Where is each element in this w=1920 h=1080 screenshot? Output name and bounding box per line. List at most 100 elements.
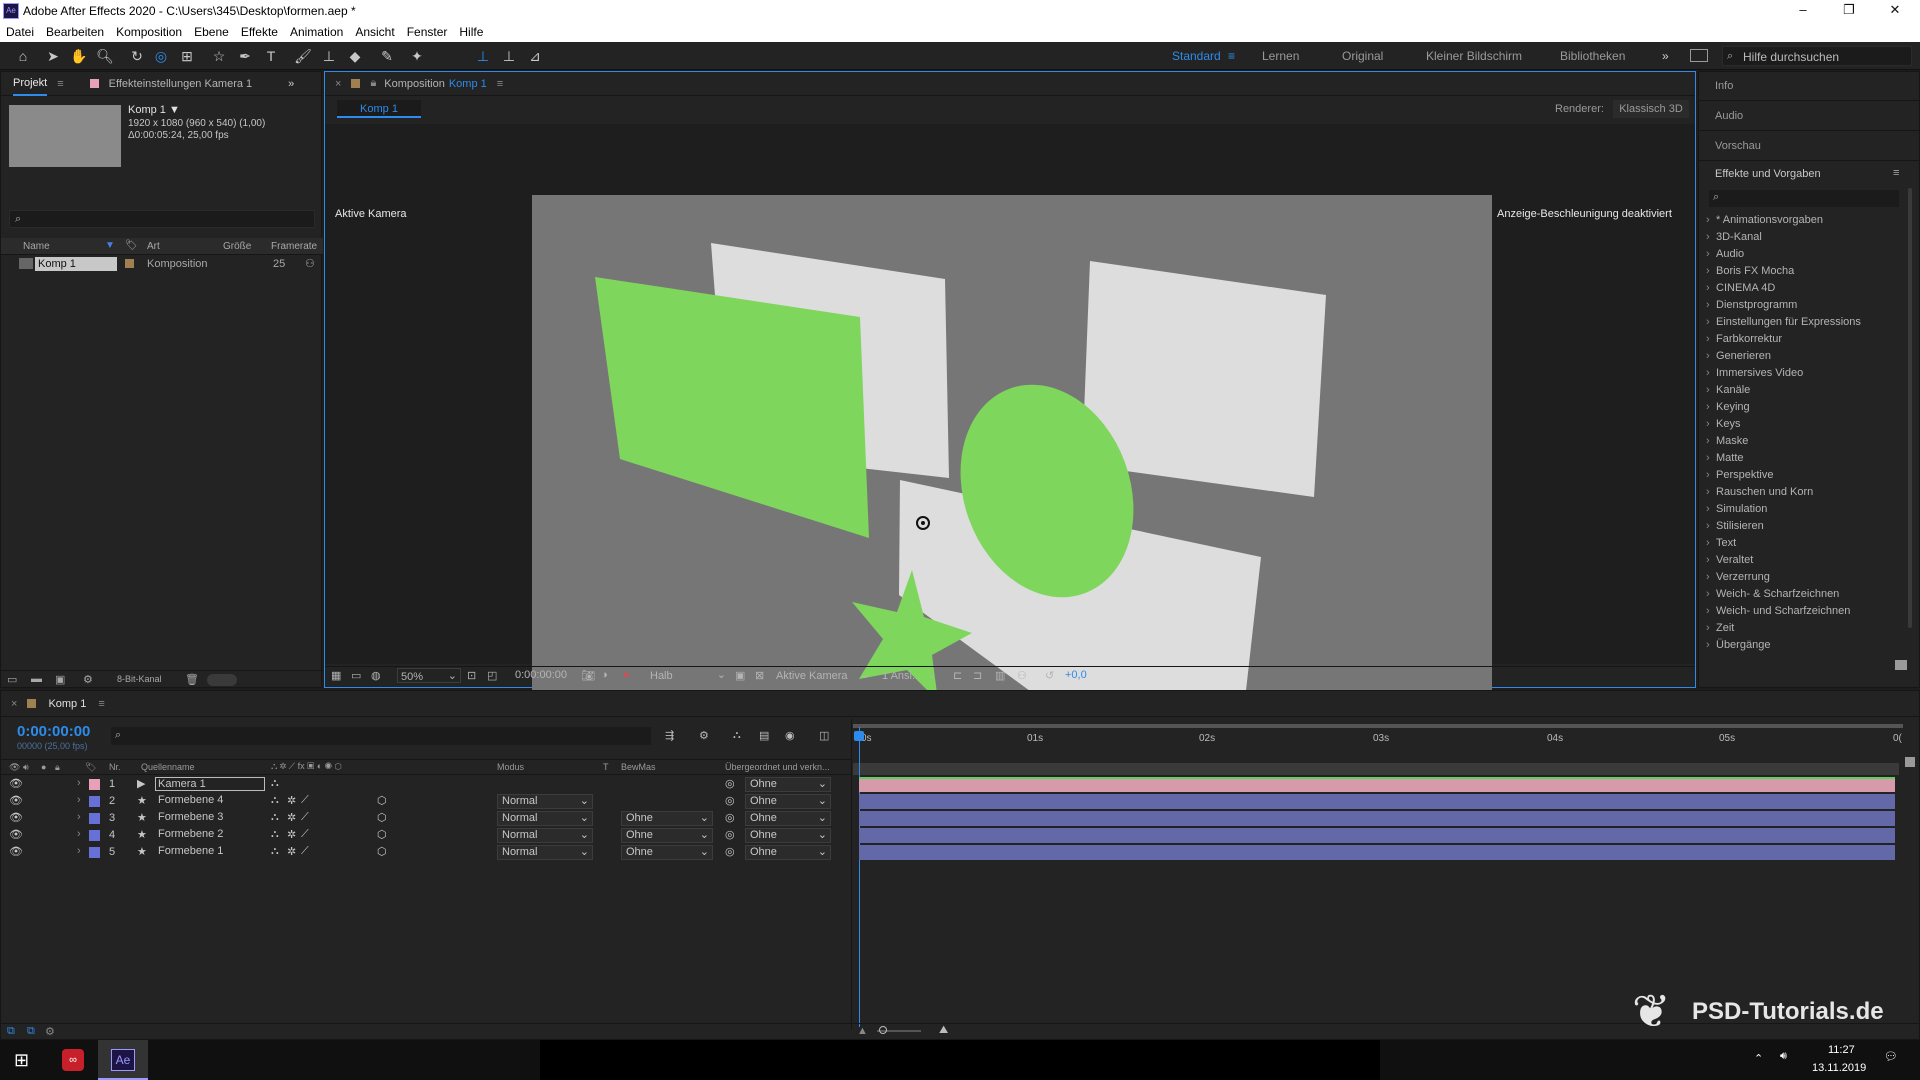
quality-switch-icon[interactable]: ⟋ xyxy=(301,828,309,841)
flowchart-icon[interactable]: ⚇ xyxy=(305,257,315,270)
comp-button-icon[interactable] xyxy=(1905,757,1915,767)
project-search-input[interactable]: ⌕ xyxy=(9,210,315,228)
chevron-up-icon[interactable]: ⌃ xyxy=(1754,1052,1763,1065)
workspace-standard[interactable]: Standard xyxy=(1172,49,1221,63)
project-settings-icon[interactable]: ⚙ xyxy=(83,673,93,686)
layer-label-color[interactable] xyxy=(89,779,100,790)
menu-bearbeiten[interactable]: Bearbeiten xyxy=(40,25,110,39)
vr-icon[interactable]: ◍ xyxy=(371,669,381,682)
view-axis-icon[interactable]: ⊿ xyxy=(524,46,546,66)
chevron-right-icon[interactable]: › xyxy=(77,828,81,840)
hand-tool-icon[interactable]: ✋ xyxy=(68,46,90,66)
3d-layer-icon[interactable]: ⬡ xyxy=(377,811,387,824)
notification-icon[interactable]: 💬︎ xyxy=(1884,1050,1898,1063)
collapse-switch-icon[interactable]: ✲ xyxy=(287,811,296,824)
layer-duration-bar[interactable] xyxy=(859,828,1895,843)
layer-duration-bar[interactable] xyxy=(859,794,1895,809)
panel-expand-icon[interactable]: » xyxy=(288,78,294,90)
effects-category-item[interactable]: › Text xyxy=(1706,537,1906,554)
info-panel-tab[interactable]: Info xyxy=(1715,80,1733,92)
track-matte-dropdown[interactable]: Ohne ⌄ xyxy=(621,845,713,860)
toggle-layer-switches-icon[interactable]: ⧉ xyxy=(7,1025,15,1038)
shy-layers-icon[interactable]: ⛬ xyxy=(733,729,741,742)
shy-switch-icon[interactable]: ⛬ xyxy=(271,845,279,858)
resolution-dropdown[interactable]: Halb ⌄ xyxy=(647,668,729,683)
orbit-camera-tool-icon[interactable]: ◎ xyxy=(150,46,172,66)
view-options-icon[interactable]: ⊏ xyxy=(953,669,962,682)
collapse-switch-icon[interactable]: ✲ xyxy=(287,845,296,858)
bit-depth-button[interactable]: 8-Bit-Kanal xyxy=(117,674,162,684)
chevron-right-icon[interactable]: › xyxy=(77,777,81,789)
timeline-link-icon[interactable]: ▥ xyxy=(995,669,1005,682)
menu-animation[interactable]: Animation xyxy=(284,25,349,39)
layer-name[interactable]: Formebene 1 xyxy=(155,845,223,857)
quality-switch-icon[interactable]: ⟋ xyxy=(301,794,309,807)
creative-cloud-icon[interactable]: ∞ xyxy=(62,1049,84,1071)
layer-duration-bar[interactable] xyxy=(859,811,1895,826)
track-matte-dropdown[interactable]: Ohne ⌄ xyxy=(621,828,713,843)
layer-duration-bar[interactable] xyxy=(859,845,1895,860)
ae-taskbar-button[interactable]: Ae xyxy=(98,1040,148,1080)
layer-label-color[interactable] xyxy=(89,847,100,858)
blend-mode-dropdown[interactable]: Normal ⌄ xyxy=(497,845,593,860)
layer-row[interactable]: 👁︎ › 3 ★ Formebene 3 ⛬ ✲ ⟋ ⬡ Normal ⌄ Ohne ⌄ ◎ Ohne ⌄ xyxy=(1,810,851,827)
preview-panel-tab[interactable]: Vorschau xyxy=(1715,140,1761,152)
zoom-tool-icon[interactable]: 🔍︎ xyxy=(94,46,116,66)
collapse-switch-icon[interactable]: ✲ xyxy=(287,828,296,841)
rotate-tool-icon[interactable]: ↻ xyxy=(126,46,148,66)
effects-search-input[interactable]: ⌕ xyxy=(1709,190,1899,207)
effects-category-item[interactable]: › Übergänge xyxy=(1706,639,1906,656)
menu-hilfe[interactable]: Hilfe xyxy=(453,25,489,39)
workspace-lernen[interactable]: Lernen xyxy=(1262,49,1299,63)
layer-duration-bar[interactable] xyxy=(859,777,1895,792)
new-folder-icon[interactable]: ▬ xyxy=(31,673,42,685)
menu-datei[interactable]: Datei xyxy=(0,25,40,39)
flowchart-icon[interactable]: ⚇ xyxy=(1017,669,1027,682)
new-composition-icon[interactable]: ▣ xyxy=(55,673,65,686)
close-tab-icon[interactable]: × xyxy=(335,78,341,90)
effects-scrollbar[interactable] xyxy=(1908,188,1912,628)
tab-menu-icon[interactable]: ≡ xyxy=(497,78,503,90)
timeline-tab-komp1[interactable]: Komp 1 xyxy=(48,698,86,710)
panel-menu-icon[interactable]: ≡ xyxy=(1893,167,1899,179)
layer-label-color[interactable] xyxy=(89,830,100,841)
effects-category-item[interactable]: › Keys xyxy=(1706,418,1906,435)
pick-whip-icon[interactable]: ◎ xyxy=(725,811,735,824)
workspace-original[interactable]: Original xyxy=(1342,49,1383,63)
blend-mode-dropdown[interactable]: Normal ⌄ xyxy=(497,811,593,826)
effects-category-item[interactable]: › Perspektive xyxy=(1706,469,1906,486)
effects-category-item[interactable]: › * Animationsvorgaben xyxy=(1706,214,1906,231)
timeline-search-input[interactable]: ⌕ xyxy=(111,727,651,745)
tab-menu-icon[interactable]: ≡ xyxy=(98,698,104,710)
menu-effekte[interactable]: Effekte xyxy=(235,25,284,39)
camera-view-dropdown[interactable]: Aktive Kamera ⌄ xyxy=(773,668,873,683)
shy-switch-icon[interactable]: ⛬ xyxy=(271,828,279,841)
show-snapshot-icon[interactable]: ◑ xyxy=(601,669,608,681)
pick-whip-icon[interactable]: ◎ xyxy=(725,845,735,858)
close-icon[interactable]: ✕ xyxy=(1872,0,1918,22)
comp-mini-flowchart-icon[interactable]: ⇶ xyxy=(665,729,674,742)
zoom-slider-handle[interactable] xyxy=(879,1026,887,1034)
selection-tool-icon[interactable]: ➤ xyxy=(42,46,64,66)
color-channels-icon[interactable]: ● xyxy=(623,669,630,681)
blend-mode-dropdown[interactable]: Normal ⌄ xyxy=(497,828,593,843)
menu-fenster[interactable]: Fenster xyxy=(401,25,454,39)
comp-name[interactable]: Komp 1 ▼ xyxy=(128,104,180,116)
effects-category-item[interactable]: › Dienstprogramm xyxy=(1706,299,1906,316)
effects-category-item[interactable]: › Verzerrung xyxy=(1706,571,1906,588)
viewer-pasteboard[interactable]: Aktive Kamera Anzeige-Beschleunigung dea… xyxy=(325,124,1695,735)
time-ruler[interactable]: 0s 01s 02s 03s 04s 05s 0( xyxy=(853,733,1903,755)
tab-menu-icon[interactable]: ≡ xyxy=(57,78,63,90)
pan-behind-tool-icon[interactable]: ⊞ xyxy=(176,46,198,66)
fast-previews-icon[interactable]: ▣ xyxy=(735,669,745,682)
layer-name[interactable]: Formebene 2 xyxy=(155,828,223,840)
draft-3d-icon[interactable]: ⚙ xyxy=(699,729,709,742)
volume-icon[interactable]: 🔊︎ xyxy=(1780,1050,1787,1063)
layer-name[interactable]: Formebene 4 xyxy=(155,794,223,806)
clock-time[interactable]: 11:27 xyxy=(1828,1044,1855,1056)
clock-date[interactable]: 13.11.2019 xyxy=(1812,1062,1866,1074)
parent-dropdown[interactable]: Ohne ⌄ xyxy=(745,794,831,809)
monitor-icon[interactable]: ▭ xyxy=(351,669,361,682)
effects-category-item[interactable]: › 3D-Kanal xyxy=(1706,231,1906,248)
workspace-bibliotheken[interactable]: Bibliotheken xyxy=(1560,49,1625,63)
